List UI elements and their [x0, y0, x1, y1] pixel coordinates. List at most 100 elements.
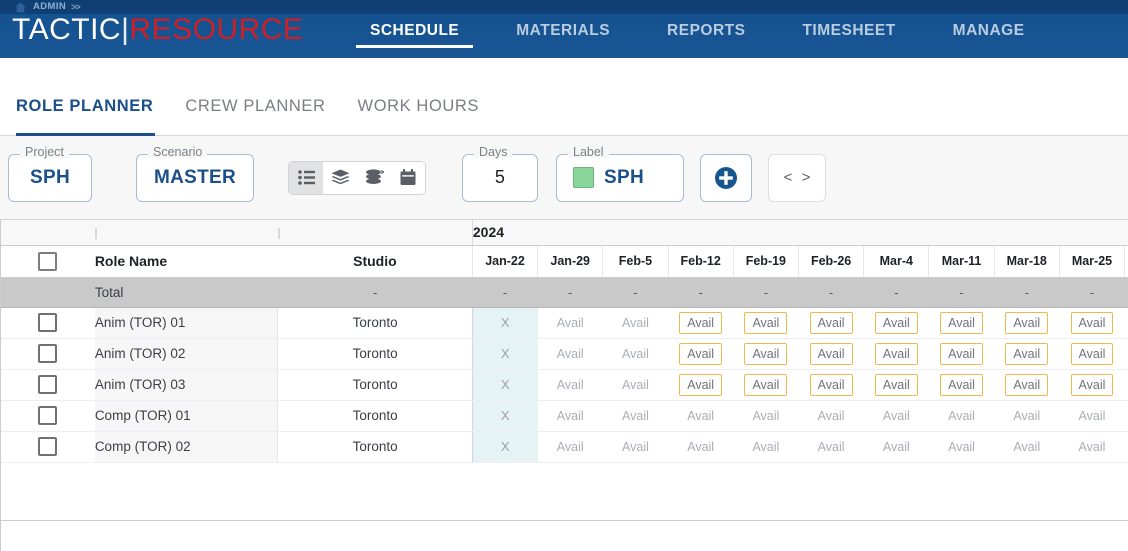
cell-date-3[interactable]: Avail — [668, 431, 734, 463]
cell-date-10[interactable]: Avail — [1124, 307, 1128, 339]
cell-avail-booked[interactable]: Avail — [679, 373, 723, 396]
prev-range-button[interactable]: < — [784, 169, 793, 186]
cell-avail-booked[interactable]: Avail — [874, 311, 918, 334]
column-resize-handle[interactable] — [277, 227, 280, 239]
header-date-9[interactable]: Mar-25 — [1058, 245, 1126, 278]
cell-date-8[interactable]: Avail — [994, 338, 1060, 370]
cell-date-1[interactable]: Avail — [537, 307, 603, 339]
cell-avail[interactable]: Avail — [549, 343, 592, 365]
cell-date-3[interactable]: Avail — [668, 369, 734, 401]
cell-avail[interactable]: Avail — [679, 436, 722, 458]
cell-date-10[interactable]: Avail — [1124, 431, 1128, 463]
cell-avail[interactable]: Avail — [744, 436, 787, 458]
cell-avail-booked[interactable]: Avail — [679, 342, 723, 365]
cell-avail[interactable]: Avail — [940, 436, 983, 458]
nav-item-materials[interactable]: MATERIALS — [516, 14, 610, 46]
cell-avail[interactable]: Avail — [810, 436, 853, 458]
cell-unavailable[interactable]: X — [472, 400, 538, 432]
cell-avail[interactable]: Avail — [549, 405, 592, 427]
cell-avail-booked[interactable]: Avail — [1005, 342, 1049, 365]
cell-avail-booked[interactable]: Avail — [809, 311, 853, 334]
cell-date-10[interactable]: Avail — [1124, 369, 1128, 401]
table-row[interactable]: Anim (TOR) 03 Toronto X Avail Avail Avail Avai… — [1, 369, 1128, 401]
cell-avail[interactable]: Avail — [614, 405, 657, 427]
cell-date-2[interactable]: Avail — [602, 431, 669, 463]
row-checkbox[interactable] — [38, 375, 58, 394]
layers-view-button[interactable] — [323, 161, 357, 194]
tab-work-hours[interactable]: WORK HOURS — [342, 97, 496, 135]
cell-role-name[interactable]: Anim (TOR) 02 — [94, 338, 279, 370]
project-selector[interactable]: Project SPH — [8, 145, 92, 202]
table-row[interactable]: Anim (TOR) 01 Toronto X Avail Avail Avail Avai… — [1, 307, 1128, 339]
tab-crew-planner[interactable]: CREW PLANNER — [169, 97, 341, 135]
cell-avail[interactable]: Avail — [1005, 436, 1048, 458]
cell-unavailable[interactable]: X — [472, 307, 538, 339]
row-select-cell[interactable] — [1, 338, 95, 370]
cell-avail-booked[interactable]: Avail — [1005, 311, 1049, 334]
stacked-coins-view-button[interactable] — [357, 161, 391, 194]
row-checkbox[interactable] — [38, 437, 58, 456]
cell-unavailable[interactable]: X — [472, 369, 538, 401]
cell-avail-booked[interactable]: Avail — [1005, 373, 1049, 396]
table-row[interactable]: Comp (TOR) 01 Toronto X Avail Avail Avail Avai… — [1, 400, 1128, 432]
cell-avail[interactable]: Avail — [614, 343, 657, 365]
cell-studio[interactable]: Toronto — [277, 338, 473, 370]
cell-date-7[interactable]: Avail — [928, 431, 995, 463]
header-date-8[interactable]: Mar-18 — [993, 245, 1060, 278]
cell-avail-booked[interactable]: Avail — [940, 373, 983, 396]
label-selector[interactable]: Label SPH — [556, 145, 684, 202]
cell-avail-booked[interactable]: Avail — [1070, 311, 1114, 334]
cell-date-7[interactable]: Avail — [928, 307, 995, 339]
cell-avail[interactable]: Avail — [875, 436, 918, 458]
cell-date-1[interactable]: Avail — [537, 400, 603, 432]
cell-date-3[interactable]: Avail — [668, 400, 734, 432]
header-date-6[interactable]: Mar-4 — [863, 245, 930, 278]
cell-avail[interactable]: Avail — [614, 436, 657, 458]
cell-date-4[interactable]: Avail — [733, 400, 799, 432]
cell-avail[interactable]: Avail — [875, 405, 918, 427]
app-logo[interactable]: TACTIC|RESOURCE — [10, 15, 303, 45]
cell-avail[interactable]: Avail — [1071, 436, 1114, 458]
cell-avail[interactable]: Avail — [549, 312, 592, 334]
cell-date-1[interactable]: Avail — [537, 338, 603, 370]
cell-unavailable[interactable]: X — [472, 338, 538, 370]
cell-unavailable[interactable]: X — [472, 431, 538, 463]
calendar-view-button[interactable] — [391, 161, 425, 194]
cell-avail-booked[interactable]: Avail — [1070, 342, 1114, 365]
row-select-cell[interactable] — [1, 369, 95, 401]
cell-avail[interactable]: Avail — [1005, 405, 1048, 427]
cell-date-1[interactable]: Avail — [537, 369, 603, 401]
column-resize-handle[interactable] — [94, 227, 97, 239]
header-date-4[interactable]: Feb-19 — [732, 245, 799, 278]
cell-date-5[interactable]: Avail — [798, 431, 864, 463]
header-date-1[interactable]: Jan-29 — [537, 245, 604, 278]
cell-date-4[interactable]: Avail — [733, 431, 799, 463]
cell-role-name[interactable]: Anim (TOR) 03 — [94, 369, 279, 401]
cell-avail-booked[interactable]: Avail — [1070, 373, 1114, 396]
cell-date-5[interactable]: Avail — [798, 400, 864, 432]
header-date-10[interactable]: Apr-1 — [1124, 245, 1128, 278]
header-role-name[interactable]: Role Name — [94, 245, 278, 278]
cell-date-8[interactable]: Avail — [994, 400, 1060, 432]
select-all-checkbox[interactable] — [38, 251, 58, 271]
role-planner-grid[interactable]: 2024 Role Name Studio Jan-22 Jan-29 Feb-… — [0, 220, 1128, 520]
cell-date-4[interactable]: Avail — [733, 307, 799, 339]
cell-date-7[interactable]: Avail — [928, 369, 995, 401]
tab-role-planner[interactable]: ROLE PLANNER — [16, 97, 169, 136]
header-date-2[interactable]: Feb-5 — [602, 245, 669, 278]
row-checkbox[interactable] — [38, 313, 58, 332]
cell-date-4[interactable]: Avail — [733, 338, 799, 370]
cell-date-9[interactable]: Avail — [1059, 307, 1125, 339]
cell-role-name[interactable]: Anim (TOR) 01 — [94, 307, 279, 339]
cell-date-2[interactable]: Avail — [602, 369, 669, 401]
admin-breadcrumb[interactable]: ADMIN >> — [10, 0, 303, 14]
cell-date-2[interactable]: Avail — [602, 307, 669, 339]
cell-avail[interactable]: Avail — [549, 374, 592, 396]
nav-item-manage[interactable]: MANAGE — [953, 14, 1025, 46]
cell-date-10[interactable]: Avail — [1124, 338, 1128, 370]
header-date-5[interactable]: Feb-26 — [797, 245, 865, 278]
row-select-cell[interactable] — [1, 431, 95, 463]
scenario-selector[interactable]: Scenario MASTER — [136, 145, 254, 202]
cell-avail-booked[interactable]: Avail — [940, 342, 983, 365]
cell-date-6[interactable]: Avail — [863, 307, 929, 339]
